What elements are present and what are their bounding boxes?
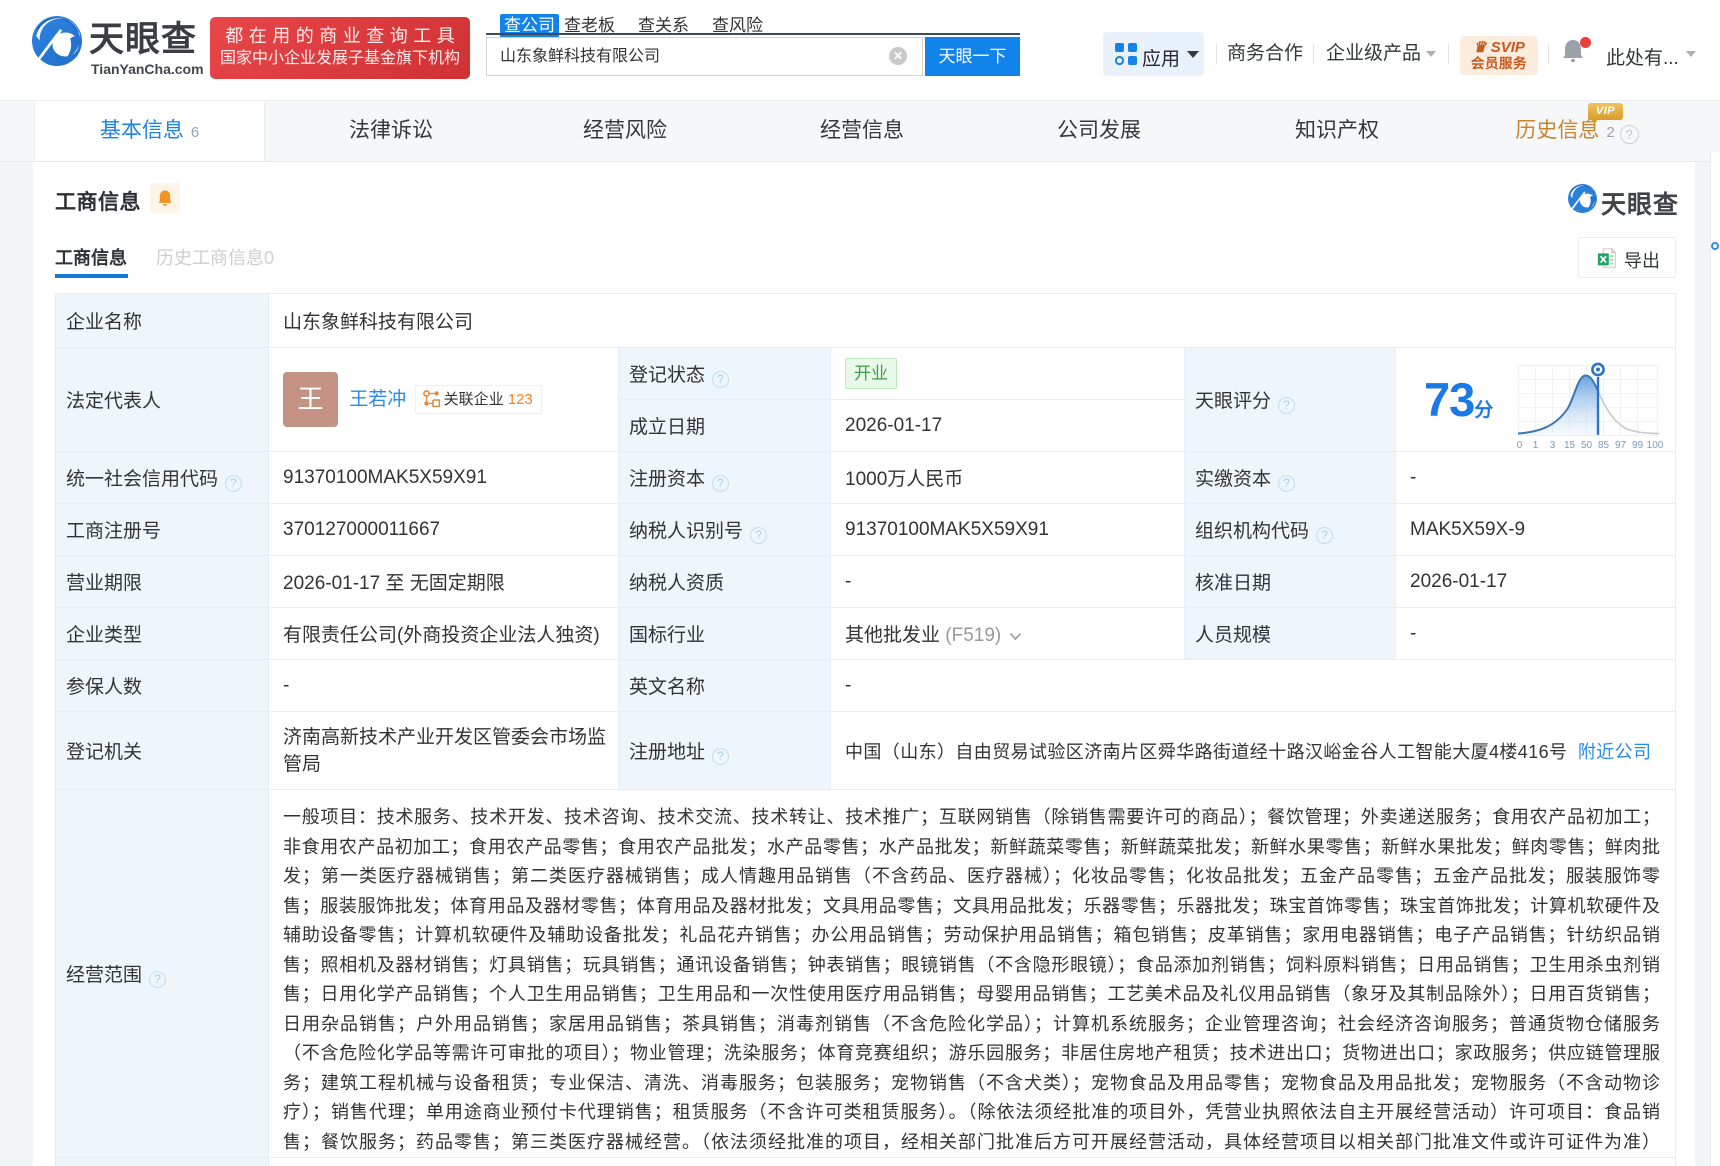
svg-text:97: 97 [1615, 440, 1627, 451]
svg-text:3: 3 [1550, 440, 1556, 451]
svg-text:15: 15 [1564, 440, 1576, 451]
svg-text:0: 0 [1517, 440, 1523, 451]
svg-text:99: 99 [1632, 440, 1644, 451]
svg-text:1: 1 [1533, 440, 1539, 451]
svg-text:100: 100 [1647, 440, 1664, 451]
svg-text:50: 50 [1581, 440, 1593, 451]
svg-text:85: 85 [1598, 440, 1610, 451]
